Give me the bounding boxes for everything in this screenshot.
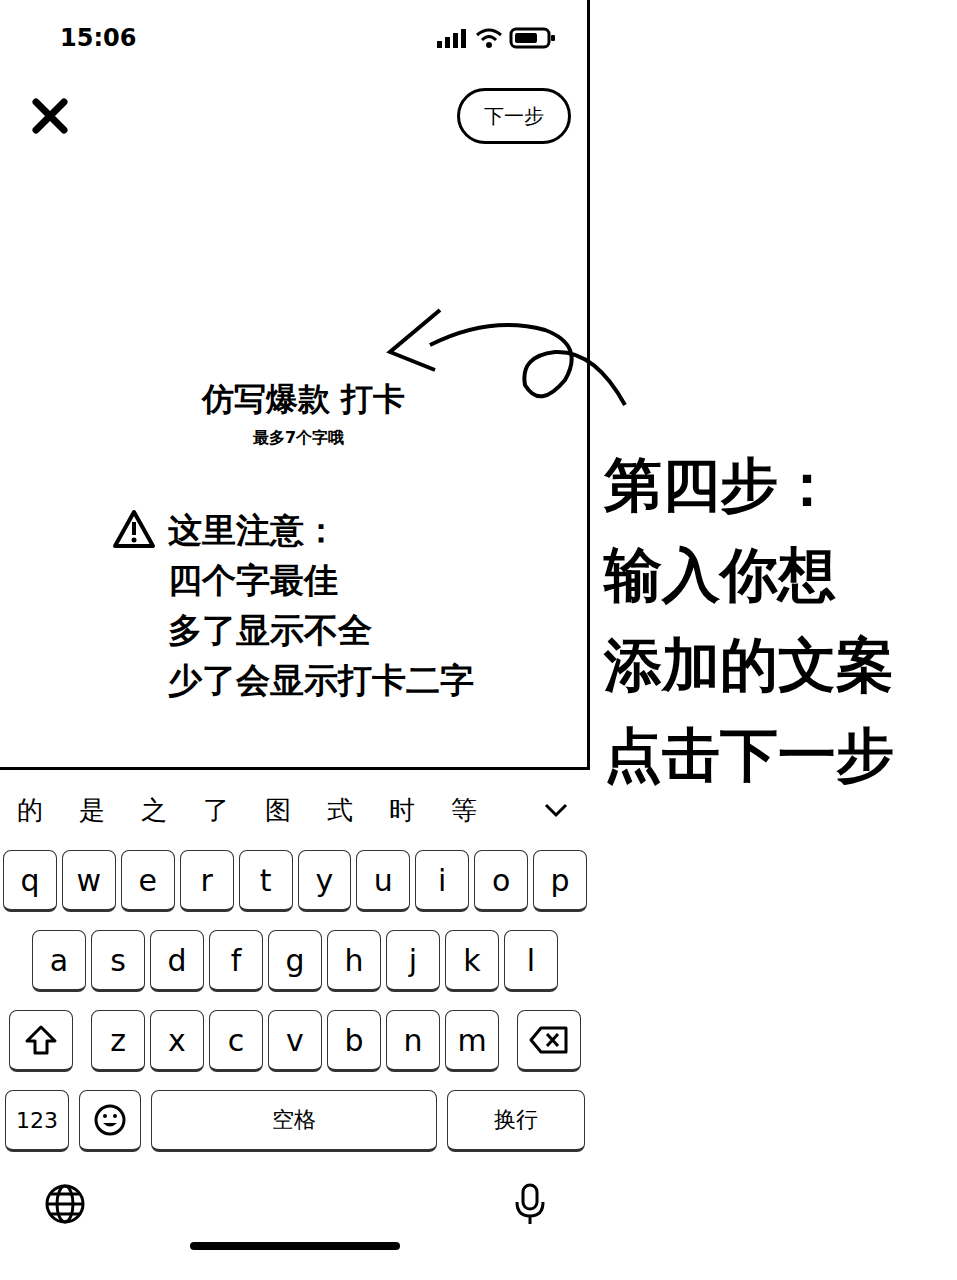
notice-text: 这里注意：四个字最佳多了显示不全少了会显示打卡二字: [168, 505, 474, 705]
candidate[interactable]: 式: [327, 793, 389, 828]
notice-line: 四个字最佳: [168, 555, 474, 605]
letter-key[interactable]: s: [91, 930, 145, 992]
candidate[interactable]: 是: [79, 793, 141, 828]
letter-key[interactable]: g: [268, 930, 322, 992]
letter-key[interactable]: b: [327, 1010, 381, 1072]
keyboard-footer: [3, 1170, 587, 1226]
key-row: qwertyuiop: [3, 850, 587, 912]
letter-key[interactable]: p: [533, 850, 587, 912]
page: 15:06 下一步仿写爆款 打卡最多7个字哦这里注意：四个字最佳多了显示不全少了会…: [0, 0, 957, 1280]
home-indicator: [190, 1242, 400, 1250]
candidate[interactable]: 之: [141, 793, 203, 828]
notice-line: 多了显示不全: [168, 605, 474, 655]
letter-key[interactable]: c: [209, 1010, 263, 1072]
editor-screen: 15:06 下一步仿写爆款 打卡最多7个字哦这里注意：四个字最佳多了显示不全少了会…: [0, 0, 590, 770]
shift-key[interactable]: [9, 1010, 73, 1072]
top-bar: 下一步: [0, 76, 587, 156]
letter-key[interactable]: f: [209, 930, 263, 992]
letter-key[interactable]: v: [268, 1010, 322, 1072]
status-bar: 15:06: [0, 0, 587, 76]
candidate[interactable]: 时: [389, 793, 451, 828]
keyboard: 的是之了图式时等qwertyuiopasdfghjklzxcvbnm123空格换…: [0, 770, 590, 1280]
notice-line: 这里注意：: [168, 505, 474, 555]
caption-input[interactable]: 仿写爆款 打卡: [202, 378, 405, 422]
letter-key[interactable]: z: [91, 1010, 145, 1072]
letter-key[interactable]: k: [445, 930, 499, 992]
annotation-line: 第四步：: [604, 440, 894, 530]
annotation-line: 输入你想: [604, 530, 894, 620]
candidate[interactable]: 的: [17, 793, 79, 828]
key-row: zxcvbnm: [3, 1010, 587, 1072]
letter-key[interactable]: a: [32, 930, 86, 992]
canvas: 仿写爆款 打卡最多7个字哦这里注意：四个字最佳多了显示不全少了会显示打卡二字: [0, 156, 587, 767]
letter-key[interactable]: w: [62, 850, 116, 912]
letter-key[interactable]: j: [386, 930, 440, 992]
caption-hint: 最多7个字哦: [253, 428, 344, 449]
notice: 这里注意：四个字最佳多了显示不全少了会显示打卡二字: [112, 505, 587, 705]
curved-arrow-icon: [380, 290, 640, 420]
letter-key[interactable]: l: [504, 930, 558, 992]
letter-key[interactable]: r: [180, 850, 234, 912]
backspace-icon: [529, 1025, 569, 1055]
annotation-line: 点击下一步: [604, 710, 894, 800]
next-button[interactable]: 下一步: [457, 88, 571, 144]
key-row: 123 空格换行: [3, 1090, 587, 1152]
letter-key[interactable]: y: [298, 850, 352, 912]
letter-key[interactable]: d: [150, 930, 204, 992]
letter-key[interactable]: e: [121, 850, 175, 912]
warning-icon: [112, 509, 156, 549]
signal-icon: [435, 27, 469, 49]
letter-key[interactable]: m: [445, 1010, 499, 1072]
annotation-line: 添加的文案: [604, 620, 894, 710]
candidate[interactable]: 等: [451, 793, 513, 828]
annotation: 第四步：输入你想添加的文案点击下一步: [590, 0, 894, 1280]
candidate[interactable]: 图: [265, 793, 327, 828]
space-key[interactable]: 空格: [151, 1090, 437, 1152]
numbers-key[interactable]: 123: [5, 1090, 69, 1152]
status-time: 15:06: [60, 24, 136, 52]
shift-icon: [24, 1024, 58, 1056]
battery-icon: [509, 26, 557, 50]
status-icons: [435, 26, 557, 50]
backspace-key[interactable]: [517, 1010, 581, 1072]
letter-key[interactable]: x: [150, 1010, 204, 1072]
notice-line: 少了会显示打卡二字: [168, 655, 474, 705]
letter-key[interactable]: t: [239, 850, 293, 912]
candidate-bar: 的是之了图式时等: [3, 770, 587, 850]
letter-key[interactable]: n: [386, 1010, 440, 1072]
letter-key[interactable]: q: [3, 850, 57, 912]
letter-key[interactable]: u: [356, 850, 410, 912]
close-icon[interactable]: [30, 96, 70, 136]
return-key[interactable]: 换行: [447, 1090, 585, 1152]
microphone-icon[interactable]: [513, 1182, 547, 1226]
letter-key[interactable]: o: [474, 850, 528, 912]
letter-key[interactable]: h: [327, 930, 381, 992]
chevron-down-icon[interactable]: [543, 801, 569, 819]
letter-key[interactable]: i: [415, 850, 469, 912]
wifi-icon: [475, 27, 503, 49]
emoji-key[interactable]: [79, 1090, 141, 1152]
phone-screenshot: 15:06 下一步仿写爆款 打卡最多7个字哦这里注意：四个字最佳多了显示不全少了会…: [0, 0, 590, 1280]
emoji-icon: [93, 1103, 127, 1137]
candidate[interactable]: 了: [203, 793, 265, 828]
key-row: asdfghjkl: [3, 930, 587, 992]
globe-icon[interactable]: [43, 1182, 87, 1226]
